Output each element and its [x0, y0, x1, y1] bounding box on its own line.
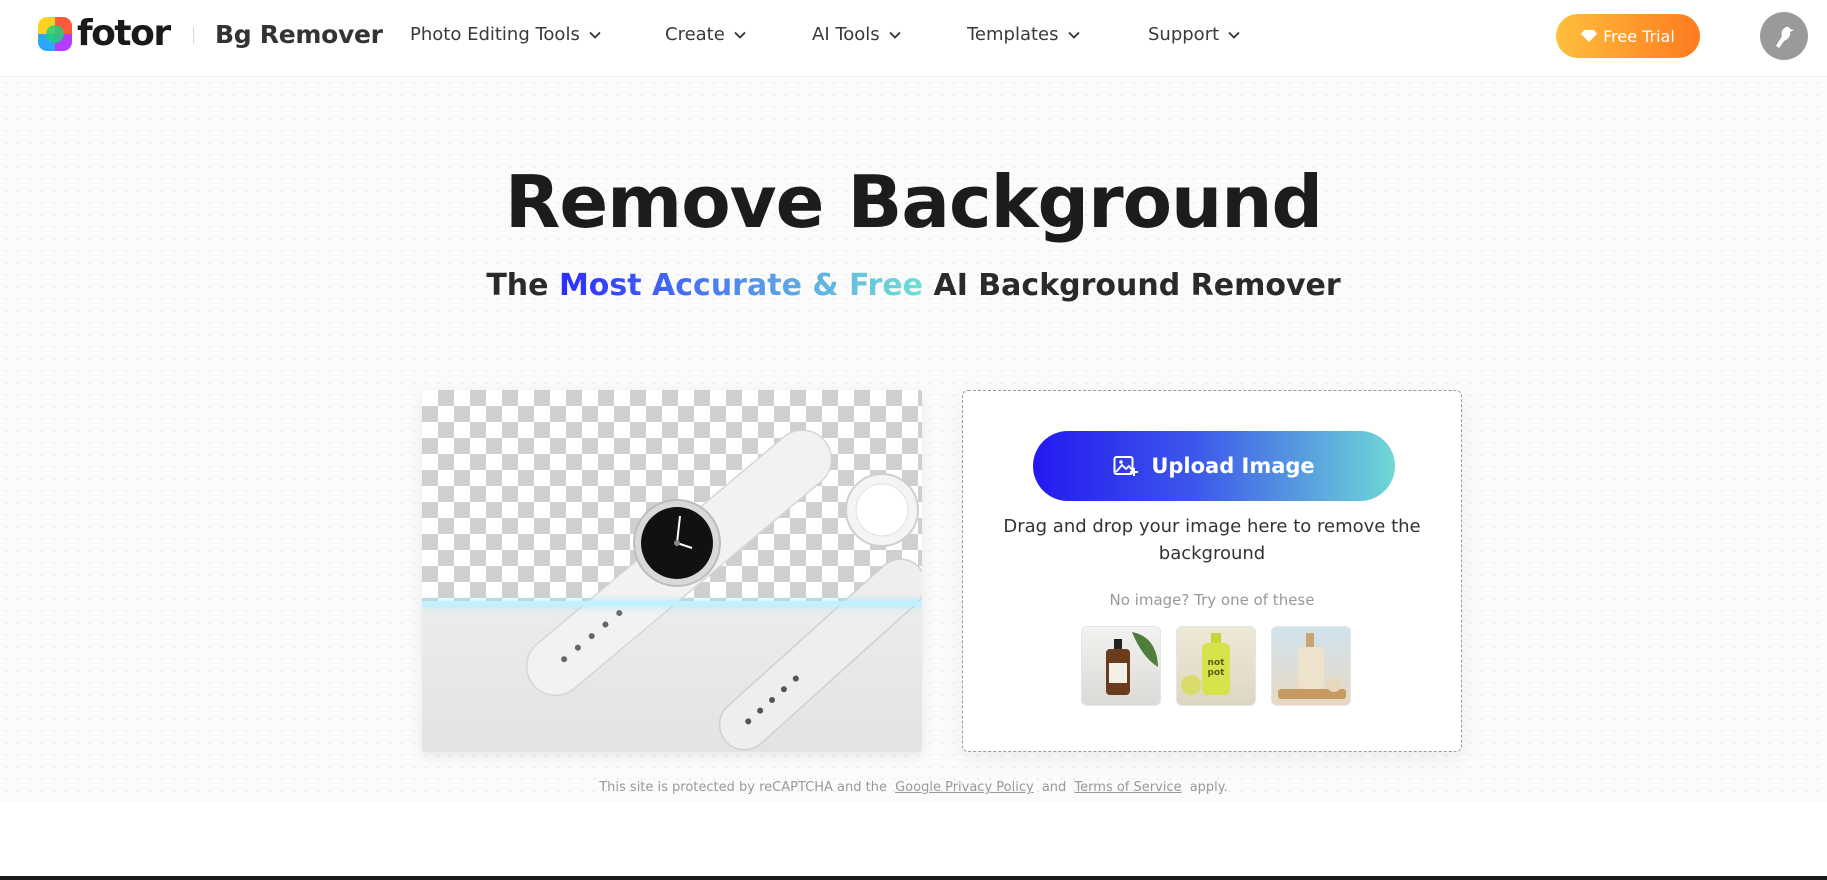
- hero-section: Remove Background The Most Accurate & Fr…: [0, 77, 1827, 802]
- svg-text:not: not: [1208, 658, 1226, 668]
- demo-image: [422, 390, 922, 752]
- chevron-down-icon: [889, 31, 901, 39]
- sample-image-serum-bottle[interactable]: [1081, 626, 1161, 706]
- product-name[interactable]: Bg Remover: [215, 20, 383, 50]
- sample-prompt: No image? Try one of these: [1109, 591, 1315, 609]
- nav-support[interactable]: Support: [1148, 22, 1240, 48]
- nav-photo-editing-tools[interactable]: Photo Editing Tools: [410, 22, 601, 48]
- bird-avatar-icon: [1776, 26, 1794, 48]
- sample-images: not pot: [1081, 626, 1366, 706]
- recaptcha-suffix: apply.: [1189, 780, 1228, 795]
- svg-text:pot: pot: [1208, 668, 1226, 678]
- chevron-down-icon: [734, 31, 746, 39]
- scan-line: [422, 601, 922, 606]
- chevron-down-icon: [589, 31, 601, 39]
- nav-templates[interactable]: Templates: [967, 22, 1080, 48]
- nav-label: Templates: [967, 24, 1059, 45]
- google-privacy-policy-link[interactable]: Google Privacy Policy: [895, 780, 1034, 795]
- recaptcha-notice: This site is protected by reCAPTCHA and …: [0, 780, 1827, 795]
- subtitle-suffix: AI Background Remover: [923, 268, 1341, 303]
- sample-image-yellow-bottle[interactable]: not pot: [1176, 626, 1256, 706]
- upload-dropzone[interactable]: Upload Image Drag and drop your image he…: [962, 390, 1462, 752]
- page-subtitle: The Most Accurate & Free AI Background R…: [0, 266, 1827, 306]
- diamond-icon: [1581, 30, 1598, 42]
- terms-of-service-link[interactable]: Terms of Service: [1074, 780, 1181, 795]
- free-trial-label: Free Trial: [1603, 26, 1675, 46]
- watch-illustration: [525, 429, 922, 751]
- nav-label: Photo Editing Tools: [410, 24, 580, 45]
- nav-label: AI Tools: [812, 24, 880, 45]
- fotor-logo[interactable]: fotor: [38, 13, 171, 54]
- bottom-edge: [0, 876, 1827, 880]
- logo-wordmark: fotor: [77, 13, 171, 54]
- image-add-icon: [1113, 456, 1139, 476]
- nav-ai-tools[interactable]: AI Tools: [812, 22, 901, 48]
- page-title: Remove Background: [504, 160, 1323, 244]
- nav-create[interactable]: Create: [665, 22, 746, 48]
- subtitle-prefix: The: [486, 268, 559, 303]
- recaptcha-prefix: This site is protected by reCAPTCHA and …: [599, 780, 887, 795]
- nav-label: Support: [1148, 24, 1220, 45]
- sample-image-lotion-bottle[interactable]: [1271, 626, 1351, 706]
- upload-image-button[interactable]: Upload Image: [1033, 431, 1395, 501]
- free-trial-button[interactable]: Free Trial: [1556, 14, 1700, 58]
- recaptcha-and: and: [1041, 780, 1067, 795]
- avatar[interactable]: [1760, 12, 1808, 60]
- brand-divider: [193, 27, 194, 44]
- fotor-logo-icon: [38, 17, 72, 51]
- chevron-down-icon: [1228, 31, 1240, 39]
- upload-button-label: Upload Image: [1151, 454, 1315, 478]
- drop-instructions: Drag and drop your image here to remove …: [1003, 516, 1421, 564]
- nav-label: Create: [665, 24, 725, 45]
- subtitle-highlight: Most Accurate & Free: [558, 268, 924, 303]
- site-header: fotor Bg Remover Photo Editing Tools Cre…: [0, 0, 1827, 77]
- chevron-down-icon: [1067, 31, 1080, 39]
